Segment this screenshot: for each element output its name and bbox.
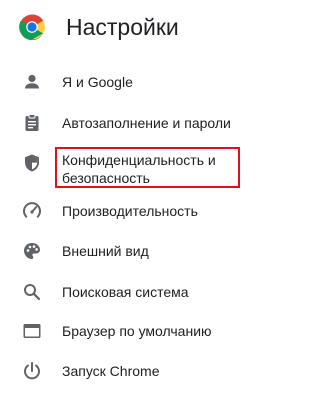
sidebar-item-label: Автозаполнение и пароли bbox=[62, 115, 231, 131]
sidebar-item-appearance[interactable]: Внешний вид bbox=[0, 239, 268, 263]
palette-icon bbox=[22, 241, 42, 261]
chrome-logo-icon bbox=[19, 14, 45, 41]
sidebar-item-label: Я и Google bbox=[62, 74, 133, 90]
sidebar-item-label: Производительность bbox=[62, 203, 198, 219]
clipboard-icon bbox=[22, 113, 42, 133]
sidebar-item-default-browser[interactable]: Браузер по умолчанию bbox=[0, 319, 268, 343]
browser-icon bbox=[22, 321, 42, 341]
shield-icon bbox=[22, 153, 42, 173]
sidebar-item-on-startup[interactable]: Запуск Chrome bbox=[0, 359, 268, 383]
search-icon bbox=[22, 282, 42, 302]
sidebar-item-label: Внешний вид bbox=[62, 243, 149, 259]
highlight-box bbox=[55, 147, 240, 188]
sidebar-item-search-engine[interactable]: Поисковая система bbox=[0, 280, 268, 304]
person-icon bbox=[22, 72, 42, 92]
page-title: Настройки bbox=[66, 14, 179, 40]
sidebar-item-label: Поисковая система bbox=[62, 284, 189, 300]
settings-header: Настройки bbox=[0, 0, 268, 58]
sidebar-item-label: Браузер по умолчанию bbox=[62, 323, 212, 339]
sidebar-item-autofill[interactable]: Автозаполнение и пароли bbox=[0, 111, 268, 135]
sidebar-item-you-and-google[interactable]: Я и Google bbox=[0, 70, 268, 94]
sidebar-item-performance[interactable]: Производительность bbox=[0, 199, 268, 223]
power-icon bbox=[22, 361, 42, 381]
speedometer-icon bbox=[22, 201, 42, 221]
sidebar-item-label: Запуск Chrome bbox=[62, 363, 160, 379]
